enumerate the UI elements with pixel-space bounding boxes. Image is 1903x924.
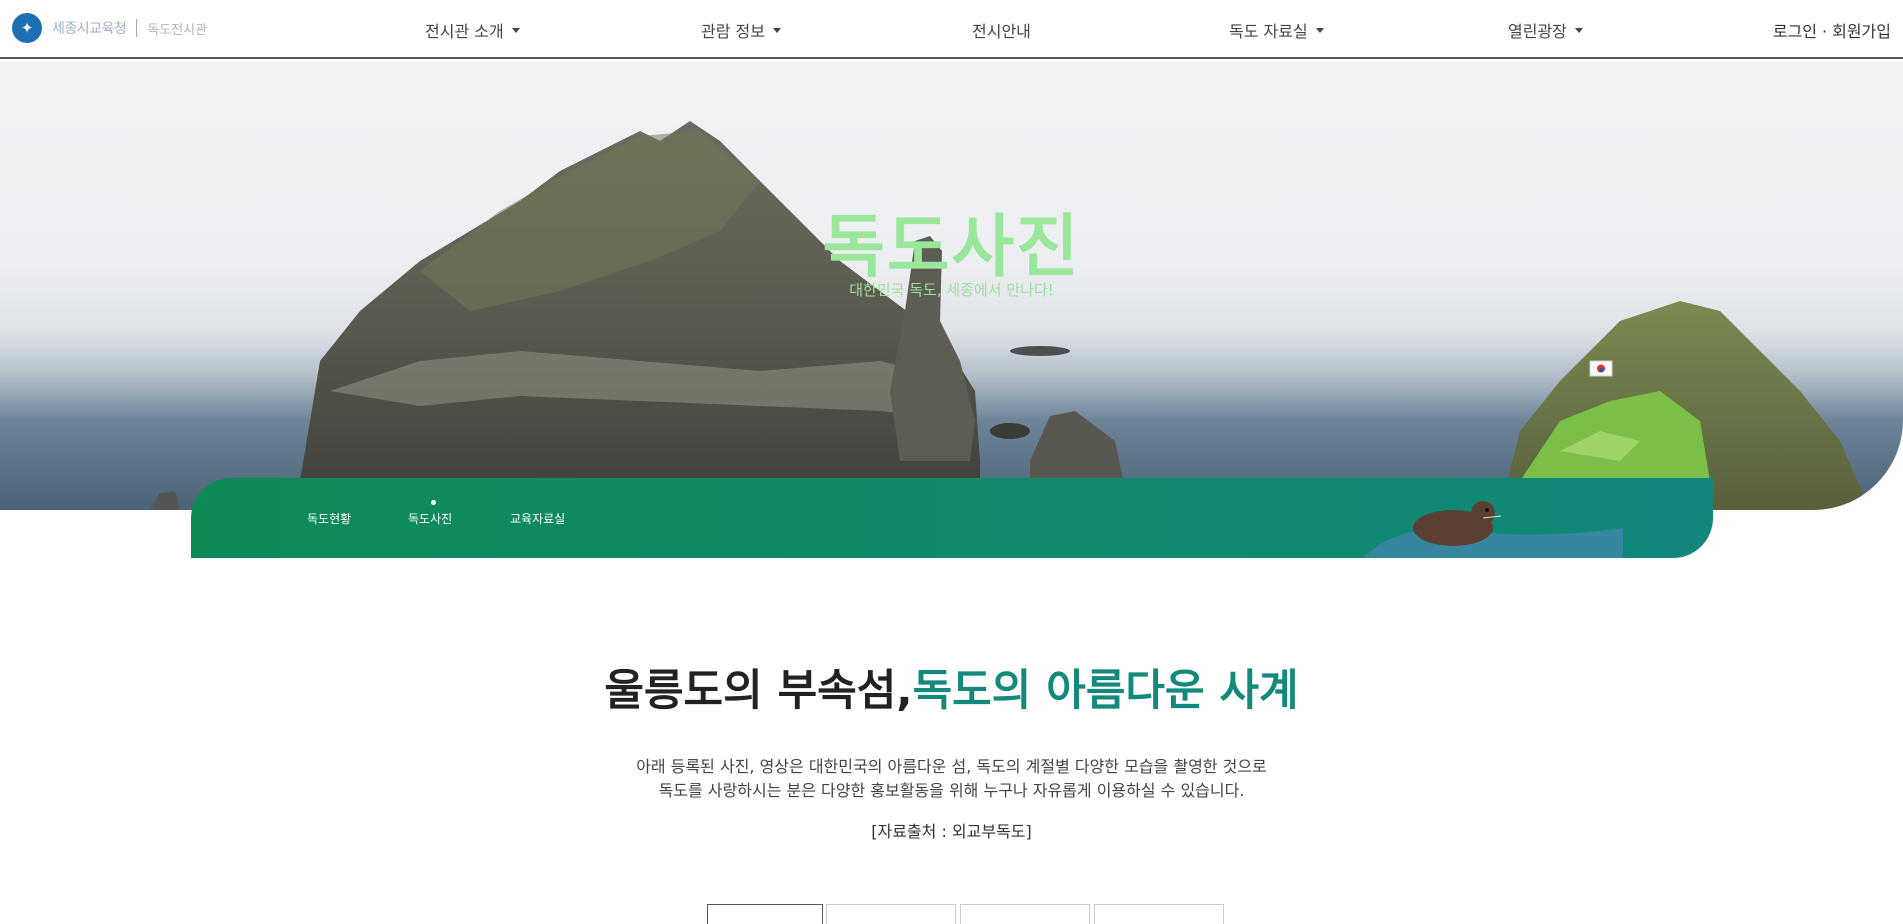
nav-label: 관람 정보 xyxy=(701,22,765,41)
nav-label: 전시안내 xyxy=(972,22,1031,41)
description-line: 독도를 사랑하시는 분은 다양한 홍보활동을 위해 누구나 자유롭게 이용하실 … xyxy=(658,781,1245,800)
subnav-item-education[interactable]: 교육자료실 xyxy=(510,510,565,527)
subnav-item-status[interactable]: 독도현황 xyxy=(307,510,351,527)
hero-banner: 독도사진 대한민국 독도, 세종에서 만나다! xyxy=(0,61,1903,510)
nav-item-exhibition[interactable]: 전시안내 xyxy=(972,18,1031,42)
chevron-down-icon xyxy=(1574,27,1583,33)
logo-subtitle: 독도전시관 xyxy=(147,22,208,38)
chevron-down-icon xyxy=(1315,27,1324,33)
headline-main: 울릉도의 부속섬, xyxy=(604,666,913,716)
page-title: 독도사진 xyxy=(822,208,1081,287)
gallery-tab[interactable] xyxy=(1094,904,1224,924)
nav-label: 독도 자료실 xyxy=(1229,22,1308,41)
nav-label: 전시관 소개 xyxy=(425,22,504,41)
logo-divider xyxy=(136,19,138,37)
nav-item-about[interactable]: 전시관 소개 xyxy=(425,18,520,42)
signup-link[interactable]: 회원가입 xyxy=(1832,22,1891,41)
headline-accent: 독도의 아름다운 사계 xyxy=(912,666,1299,716)
page-subtitle: 대한민국 독도, 세종에서 만나다! xyxy=(849,281,1054,299)
sea-lion-illustration xyxy=(1363,501,1623,558)
nav-label: 열린광장 xyxy=(1508,22,1567,41)
subnav-item-photos[interactable]: 독도사진 xyxy=(408,510,452,527)
nav-item-open-plaza[interactable]: 열린광장 xyxy=(1508,18,1583,42)
chevron-down-icon xyxy=(772,27,781,33)
description-line: 아래 등록된 사진, 영상은 대한민국의 아름다운 섬, 독도의 계절별 다양한… xyxy=(636,757,1267,776)
auth-separator: · xyxy=(1822,22,1828,41)
source-credit: [자료출처 : 외교부독도] xyxy=(871,822,1032,841)
gallery-tab[interactable] xyxy=(826,904,956,924)
dokdo-emblem-icon: ✦ xyxy=(12,13,42,43)
login-link[interactable]: 로그인 xyxy=(1773,22,1817,41)
active-indicator xyxy=(431,500,436,505)
section-headline: 울릉도의 부속섬,독도의 아름다운 사계 xyxy=(0,656,1903,718)
nav-item-visit-info[interactable]: 관람 정보 xyxy=(701,18,781,42)
section-subnav: 독도현황 독도사진 교육자료실 xyxy=(191,478,1713,558)
site-logo[interactable]: ✦ 세종시교육청 독도전시관 xyxy=(12,13,207,43)
chevron-down-icon xyxy=(511,27,520,33)
site-header: ✦ 세종시교육청 독도전시관 전시관 소개 관람 정보 전시안내 독도 자료실 … xyxy=(0,0,1903,59)
nav-item-archive[interactable]: 독도 자료실 xyxy=(1229,18,1324,42)
gallery-tab[interactable] xyxy=(960,904,1090,924)
auth-links: 로그인 · 회원가입 xyxy=(1773,18,1891,42)
logo-text: 세종시교육청 xyxy=(52,21,127,37)
gallery-tab[interactable] xyxy=(707,904,823,924)
